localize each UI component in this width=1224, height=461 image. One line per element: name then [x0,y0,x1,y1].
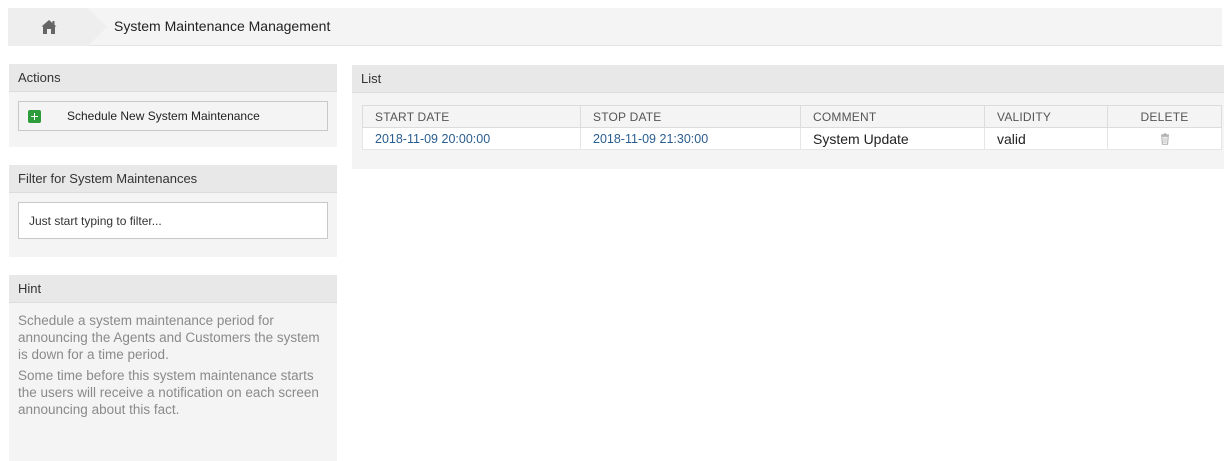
actions-title: Actions [9,64,337,92]
column-start-date[interactable]: START DATE [362,105,581,128]
breadcrumb: System Maintenance Management [8,8,1222,46]
hint-paragraph: Some time before this system maintenance… [18,368,319,417]
filter-input[interactable] [18,202,328,239]
column-stop-date[interactable]: STOP DATE [580,105,801,128]
column-comment[interactable]: COMMENT [800,105,985,128]
list-panel: List START DATE STOP DATE COMMENT VALIDI… [352,65,1224,169]
filter-panel: Filter for System Maintenances [9,165,337,257]
maintenance-table: START DATE STOP DATE COMMENT VALIDITY DE… [362,105,1222,150]
validity-cell: valid [984,127,1108,150]
hint-panel: Hint Schedule a system maintenance perio… [9,275,337,461]
delete-cell [1107,127,1222,150]
start-date-cell[interactable]: 2018-11-09 20:00:00 [362,127,581,150]
breadcrumb-current: System Maintenance Management [114,18,331,34]
table-row[interactable]: 2018-11-09 20:00:00 2018-11-09 21:30:00 … [362,127,1222,150]
trash-icon[interactable] [1159,133,1171,146]
schedule-maintenance-button[interactable]: Schedule New System Maintenance [18,101,328,131]
column-delete: DELETE [1107,105,1222,128]
column-validity[interactable]: VALIDITY [984,105,1108,128]
hint-title: Hint [9,275,337,303]
comment-cell: System Update [800,127,985,150]
home-icon[interactable] [40,18,58,36]
hint-paragraph: Schedule a system maintenance period for… [18,313,320,362]
breadcrumb-home[interactable] [8,8,107,46]
list-title: List [352,65,1224,93]
plus-square-icon [28,109,41,123]
schedule-maintenance-label: Schedule New System Maintenance [67,109,260,123]
stop-date-cell[interactable]: 2018-11-09 21:30:00 [580,127,801,150]
actions-panel: Actions Schedule New System Maintenance [9,64,337,147]
filter-title: Filter for System Maintenances [9,165,337,193]
table-header-row: START DATE STOP DATE COMMENT VALIDITY DE… [362,105,1222,128]
